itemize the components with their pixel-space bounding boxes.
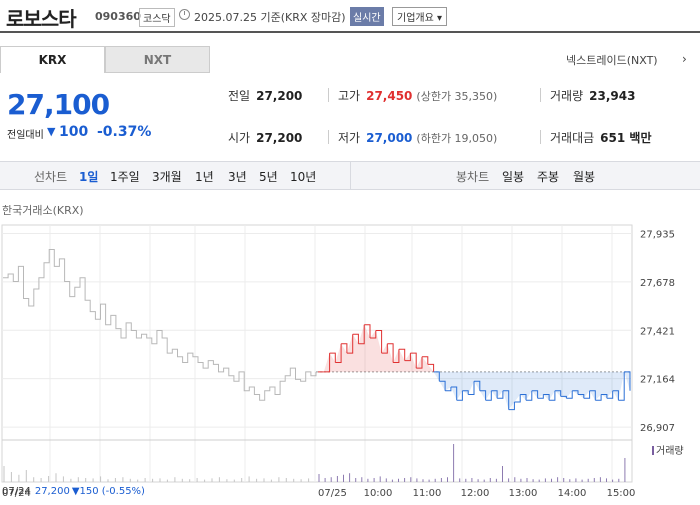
- stat-value: 27,200: [256, 131, 303, 145]
- x-tick-label: 13:00: [509, 488, 538, 499]
- clock-icon: [179, 9, 190, 20]
- line-chart-label: 선차트: [34, 170, 68, 184]
- y-tick-label: 27,164: [640, 375, 675, 386]
- tab-nxt[interactable]: NXT: [105, 46, 210, 73]
- x-tick-label: 07/25: [318, 488, 347, 499]
- lower-limit: (하한가 19,050): [416, 132, 498, 145]
- volume-legend-label: 거래량: [656, 446, 684, 457]
- stat-value: 23,943: [589, 89, 636, 103]
- upper-limit: (상한가 35,350): [416, 90, 498, 103]
- stat-trade-value: 거래대금 651 백만: [550, 129, 651, 146]
- prev-day-date: 07/24: [2, 486, 31, 497]
- x-tick-label: 11:00: [413, 488, 442, 499]
- price-chart[interactable]: 27,935 27,678 27,421 27,164 26,907 07/24 07/25…: [0, 205, 700, 505]
- period-3m[interactable]: 3개월: [152, 168, 182, 185]
- stat-label: 전일: [228, 89, 251, 103]
- market-badge: 코스닥: [139, 8, 175, 27]
- stat-value: 27,200: [256, 89, 303, 103]
- stat-volume: 거래량 23,943: [550, 87, 635, 104]
- y-tick-label: 26,907: [640, 423, 675, 434]
- stat-divider: [540, 88, 541, 102]
- realtime-button[interactable]: 실시간: [350, 7, 384, 26]
- period-1d[interactable]: 1일: [79, 168, 98, 185]
- y-tick-label: 27,421: [640, 326, 675, 337]
- period-daily[interactable]: 일봉: [502, 168, 524, 185]
- period-monthly[interactable]: 월봉: [573, 168, 595, 185]
- stat-label: 거래대금: [550, 131, 595, 145]
- change-label: 전일대비: [7, 130, 44, 141]
- stat-label: 시가: [228, 131, 251, 145]
- tab-krx[interactable]: KRX: [0, 46, 105, 73]
- prev-day-summary: 07/24 27,200 ▼150 (-0.55%): [2, 486, 145, 497]
- x-tick-label: 15:00: [607, 488, 636, 499]
- x-tick-label: 12:00: [461, 488, 490, 499]
- down-arrow-icon: ▼: [47, 125, 56, 138]
- stat-label: 거래량: [550, 89, 584, 103]
- chevron-right-icon[interactable]: ›: [682, 52, 687, 66]
- today-up-area: [318, 324, 630, 372]
- stat-value: 27,450: [366, 89, 413, 103]
- volume-legend-mark: [652, 446, 654, 455]
- candle-chart-label: 봉차트: [456, 170, 490, 184]
- stock-header: 로보스타 090360 코스닥 2025.07.25 기준(KRX 장마감) 실…: [0, 0, 700, 33]
- stat-divider: [540, 130, 541, 144]
- stock-code: 090360: [95, 10, 141, 23]
- market-tabs: KRX NXT: [0, 46, 210, 73]
- period-1w[interactable]: 1주일: [110, 168, 140, 185]
- x-tick-label: 14:00: [558, 488, 587, 499]
- stat-label: 저가: [338, 131, 361, 145]
- stat-divider: [328, 130, 329, 144]
- company-overview-button[interactable]: 기업개요 ▾: [392, 7, 447, 26]
- nxt-trade-link[interactable]: 넥스트레이드(NXT): [566, 52, 658, 68]
- y-tick-label: 27,678: [640, 278, 675, 289]
- y-tick-label: 27,935: [640, 229, 675, 240]
- prev-day-close: 27,200: [34, 486, 70, 497]
- quote-datetime: 2025.07.25 기준(KRX 장마감): [194, 11, 346, 24]
- change-percent: -0.37%: [97, 124, 152, 140]
- period-bar-divider: [350, 162, 351, 190]
- period-weekly[interactable]: 주봉: [537, 168, 559, 185]
- stat-prev-close: 전일 27,200: [228, 87, 302, 104]
- stat-divider: [328, 88, 329, 102]
- stat-label: 고가: [338, 89, 361, 103]
- prev-day-change: ▼150 (-0.55%): [71, 486, 145, 497]
- volume-legend: 거래량: [652, 442, 684, 457]
- period-1y[interactable]: 1년: [195, 168, 214, 185]
- stock-name: 로보스타: [6, 7, 77, 31]
- stat-open: 시가 27,200: [228, 129, 302, 146]
- stat-value: 27,000: [366, 131, 413, 145]
- stat-value: 651 백만: [600, 131, 652, 145]
- current-price: 27,100: [7, 88, 110, 121]
- period-bar: 선차트 1일 1주일 3개월 1년 3년 5년 10년 봉차트 일봉 주봉 월봉: [0, 161, 700, 190]
- period-3y[interactable]: 3년: [228, 168, 247, 185]
- stat-low: 저가 27,000 (하한가 19,050): [338, 129, 497, 146]
- change-amount: 100: [59, 124, 89, 140]
- stat-high: 고가 27,450 (상한가 35,350): [338, 87, 497, 104]
- chart-frame: [1, 224, 633, 483]
- period-10y[interactable]: 10년: [290, 168, 316, 185]
- x-tick-label: 10:00: [364, 488, 393, 499]
- period-5y[interactable]: 5년: [259, 168, 278, 185]
